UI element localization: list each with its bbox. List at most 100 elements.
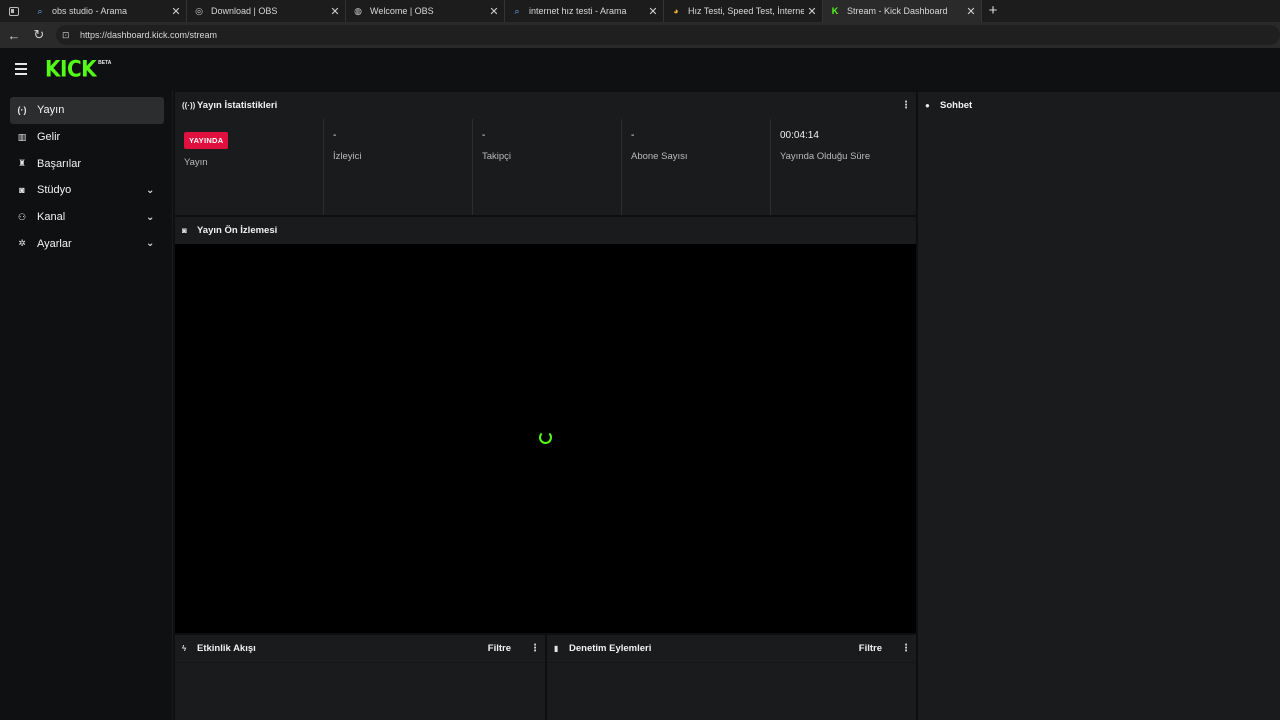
close-icon[interactable]: ✕	[486, 5, 502, 18]
stream-stats-panel: ((·)) Yayın İstatistikleri ⋮ YAYINDA Yay…	[175, 92, 916, 215]
stat-label: Yayında Olduğu Süre	[780, 151, 871, 162]
gear-icon: ✲	[18, 238, 26, 249]
stats-grid: YAYINDA Yayın - İzleyici - Takipçi - Abo…	[175, 119, 916, 215]
chevron-down-icon[interactable]: ⌄	[146, 185, 160, 196]
app-header: KICK BETA	[0, 48, 1280, 90]
sidebar: (·) Yayın ▥ Gelir ♜ Başarılar ◙ Stüdyo ⌄…	[0, 90, 173, 720]
sidebar-item-label: Gelir	[37, 131, 61, 144]
chat-panel-header: ● Sohbet	[918, 92, 1280, 119]
close-icon[interactable]: ✕	[645, 5, 661, 18]
stat-viewers: - İzleyici	[324, 119, 473, 215]
preview-panel-title: Yayın Ön İzlemesi	[197, 225, 278, 236]
hamburger-menu-icon[interactable]	[15, 63, 35, 75]
sidebar-item-kanal[interactable]: ⚇ Kanal ⌄	[10, 204, 164, 231]
browser-tab[interactable]: ⌕ obs studio - Arama ✕	[28, 0, 187, 22]
activity-feed-header: ϟ Etkinlik Akışı Filtre ⋮	[175, 635, 545, 662]
stat-value: -	[482, 130, 486, 141]
sidebar-item-yayin[interactable]: (·) Yayın	[10, 97, 164, 124]
close-icon[interactable]: ✕	[804, 5, 820, 18]
moderation-body	[547, 662, 916, 720]
close-icon[interactable]: ✕	[327, 5, 343, 18]
stat-subscribers: - Abone Sayısı	[622, 119, 771, 215]
chat-bubble-icon: ●	[925, 101, 930, 110]
new-tab-button[interactable]: +	[982, 0, 1004, 22]
stream-preview-panel: ◙ Yayın Ön İzlemesi	[175, 217, 916, 633]
obs-icon: ◎	[195, 5, 203, 16]
tab-title: obs studio - Arama	[52, 6, 128, 16]
stat-label: Takipçi	[482, 151, 512, 162]
stat-value: -	[333, 130, 337, 141]
sidebar-item-label: Başarılar	[37, 157, 82, 170]
globe-icon: ◍	[354, 5, 362, 16]
activity-feed-body	[175, 662, 545, 720]
sidebar-item-label: Ayarlar	[37, 237, 72, 250]
sidebar-item-basarilar[interactable]: ♜ Başarılar	[10, 150, 164, 177]
browser-tab[interactable]: ◕ Hız Testi, Speed Test, İnternet Hız ✕	[664, 0, 823, 22]
close-icon[interactable]: ✕	[168, 5, 184, 18]
studio-icon: ◙	[19, 185, 25, 196]
browser-tab-active[interactable]: K Stream - Kick Dashboard ✕	[823, 0, 982, 22]
more-options-icon[interactable]: ⋮	[525, 643, 545, 654]
sidebar-item-gelir[interactable]: ▥ Gelir	[10, 124, 164, 151]
stat-live-duration: 00:04:14 Yayında Olduğu Süre	[771, 119, 916, 215]
live-status-badge: YAYINDA	[184, 132, 229, 149]
moderation-header: ▮ Denetim Eylemleri Filtre ⋮	[547, 635, 916, 662]
sidebar-item-studyo[interactable]: ◙ Stüdyo ⌄	[10, 177, 164, 204]
address-bar: ← ↻ ⊡ https://dashboard.kick.com/stream	[0, 22, 1280, 48]
tab-actions-icon	[9, 6, 19, 16]
tab-title: Welcome | OBS	[370, 6, 434, 16]
stat-label: Yayın	[184, 157, 208, 168]
more-options-icon[interactable]: ⋮	[896, 643, 916, 654]
url-text: https://dashboard.kick.com/stream	[79, 30, 217, 40]
chevron-down-icon[interactable]: ⌄	[146, 212, 160, 223]
sidebar-item-label: Stüdyo	[37, 184, 72, 197]
chat-panel: ● Sohbet	[918, 92, 1280, 720]
url-field[interactable]: ⊡ https://dashboard.kick.com/stream	[55, 25, 1280, 45]
lock-icon: ⊡	[61, 29, 70, 40]
trophy-icon: ♜	[17, 158, 27, 169]
reload-button[interactable]: ↻	[28, 24, 50, 46]
users-icon: ⚇	[17, 211, 27, 222]
chart-icon: ▥	[17, 131, 27, 142]
stats-panel-header: ((·)) Yayın İstatistikleri ⋮	[175, 92, 916, 119]
filter-button[interactable]: Filtre	[859, 643, 882, 654]
chat-panel-title: Sohbet	[940, 100, 973, 111]
back-button[interactable]: ←	[3, 24, 25, 46]
stat-status: YAYINDA Yayın	[175, 119, 324, 215]
browser-tab[interactable]: ◎ Download | OBS ✕	[187, 0, 346, 22]
activity-feed-panel: ϟ Etkinlik Akışı Filtre ⋮	[175, 635, 545, 720]
sidebar-item-ayarlar[interactable]: ✲ Ayarlar ⌄	[10, 230, 164, 257]
stat-followers: - Takipçi	[473, 119, 622, 215]
lightning-icon: ϟ	[182, 644, 187, 653]
tab-title: internet hız testi - Arama	[529, 6, 627, 16]
stat-label: Abone Sayısı	[631, 151, 688, 162]
browser-tab-bar: ⌕ obs studio - Arama ✕ ◎ Download | OBS …	[0, 0, 1280, 22]
tab-title: Stream - Kick Dashboard	[847, 6, 948, 16]
sidebar-item-label: Kanal	[37, 211, 66, 224]
stat-value: 00:04:14	[780, 130, 819, 141]
kick-icon: K	[831, 6, 839, 16]
close-icon[interactable]: ✕	[963, 5, 979, 18]
tab-actions-button[interactable]	[0, 0, 28, 22]
browser-tab[interactable]: ◍ Welcome | OBS ✕	[346, 0, 505, 22]
reload-icon: ↻	[33, 27, 45, 42]
preview-panel-header: ◙ Yayın Ön İzlemesi	[175, 217, 916, 244]
browser-tab[interactable]: ⌕ internet hız testi - Arama ✕	[505, 0, 664, 22]
loading-spinner-icon	[539, 431, 552, 444]
tab-title: Hız Testi, Speed Test, İnternet Hız	[688, 6, 804, 16]
preview-icon: ◙	[182, 226, 187, 235]
more-options-icon[interactable]: ⋮	[896, 100, 916, 111]
moderation-title: Denetim Eylemleri	[569, 643, 652, 654]
arrow-left-icon: ←	[7, 27, 21, 43]
logo-text: KICK	[45, 55, 97, 83]
stat-value: -	[631, 130, 635, 141]
moderation-actions-panel: ▮ Denetim Eylemleri Filtre ⋮	[547, 635, 916, 720]
speedtest-icon: ◕	[673, 6, 679, 16]
kick-logo[interactable]: KICK BETA	[45, 55, 111, 83]
stat-label: İzleyici	[333, 151, 362, 162]
shield-icon: ▮	[554, 644, 559, 653]
stats-panel-title: Yayın İstatistikleri	[197, 100, 278, 111]
search-icon: ⌕	[37, 5, 43, 16]
chevron-down-icon[interactable]: ⌄	[146, 238, 160, 249]
filter-button[interactable]: Filtre	[488, 643, 511, 654]
